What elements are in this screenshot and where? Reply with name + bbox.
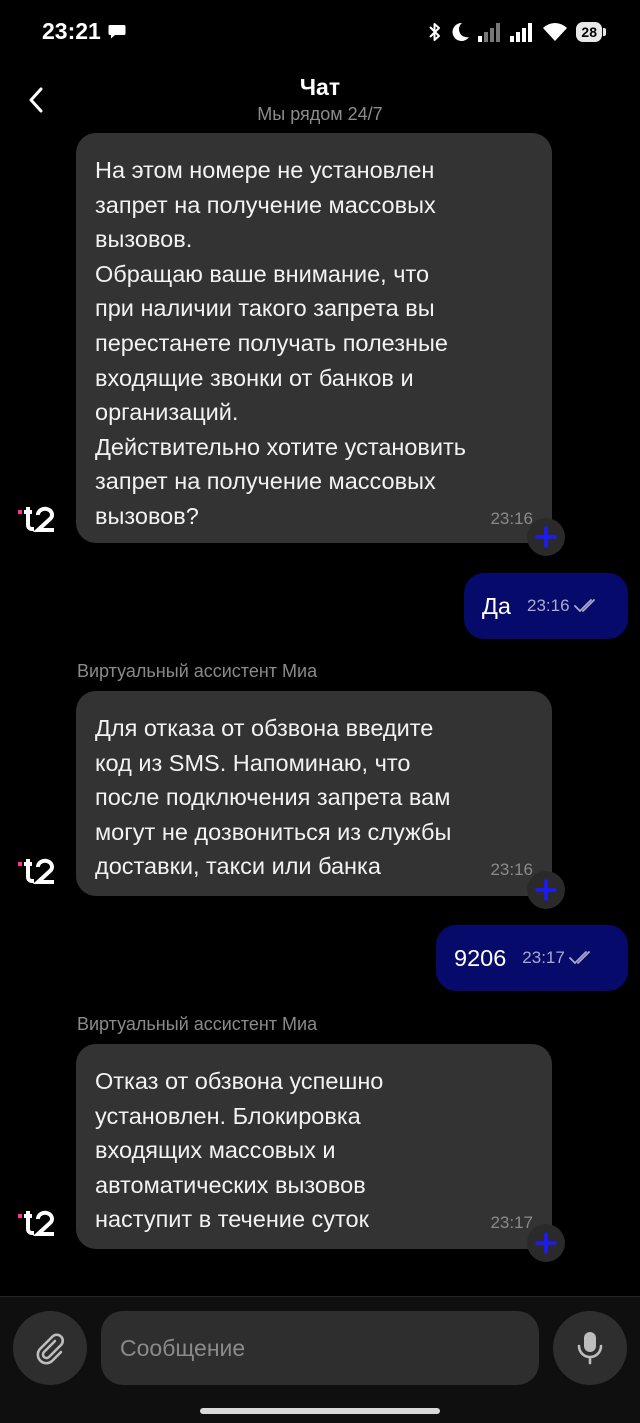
microphone-button[interactable] bbox=[553, 1311, 627, 1385]
incoming-message: На этом номере не установлен запрет на п… bbox=[76, 133, 552, 543]
message-time: 23:17 bbox=[490, 1213, 533, 1232]
t2-logo-avatar bbox=[18, 858, 54, 884]
incoming-message: Отказ от обзвона успешно установлен. Бло… bbox=[76, 1044, 552, 1249]
message-text: На этом номере не установлен запрет на п… bbox=[95, 157, 467, 529]
signal-icon bbox=[478, 23, 501, 42]
microphone-icon bbox=[577, 1332, 603, 1365]
t2-logo-avatar bbox=[18, 1210, 54, 1236]
message-time: 23:17 bbox=[522, 948, 565, 967]
home-indicator[interactable] bbox=[200, 1408, 440, 1414]
message-time: 23:16 bbox=[490, 509, 533, 528]
page-title: Чат bbox=[299, 74, 341, 100]
status-bar: 23:21 28 bbox=[0, 0, 640, 62]
moon-icon bbox=[452, 22, 470, 41]
plus-icon bbox=[535, 526, 557, 548]
signal-icon bbox=[510, 23, 533, 42]
message-input[interactable]: Сообщение bbox=[101, 1311, 539, 1385]
message-text: 9206 bbox=[454, 944, 507, 971]
message-icon bbox=[108, 25, 126, 39]
message-time: 23:16 bbox=[527, 596, 570, 615]
message-text: Для отказа от обзвона введите код из SMS… bbox=[95, 715, 452, 880]
paperclip-icon bbox=[36, 1333, 64, 1365]
message-text: Отказ от обзвона успешно установлен. Бло… bbox=[95, 1068, 384, 1233]
outgoing-message: 9206 23:17 bbox=[436, 925, 628, 991]
attach-button[interactable] bbox=[13, 1311, 87, 1385]
outgoing-message: Да 23:16 bbox=[464, 573, 628, 639]
incoming-message: Для отказа от обзвона введите код из SMS… bbox=[76, 691, 552, 896]
quick-reply-button[interactable] bbox=[527, 871, 565, 909]
wifi-icon bbox=[543, 23, 568, 41]
plus-icon bbox=[535, 1232, 557, 1254]
quick-reply-button[interactable] bbox=[527, 518, 565, 556]
sender-name: Виртуальный ассистент Миа bbox=[77, 1014, 318, 1034]
plus-icon bbox=[535, 879, 557, 901]
chat-header: Чат Мы рядом 24/7 bbox=[0, 62, 640, 132]
message-composer: Сообщение bbox=[0, 1296, 640, 1423]
status-icons: 28 bbox=[428, 18, 606, 46]
double-check-icon bbox=[568, 951, 590, 965]
page-subtitle: Мы рядом 24/7 bbox=[257, 104, 383, 124]
quick-reply-button[interactable] bbox=[527, 1224, 565, 1262]
sender-name: Виртуальный ассистент Миа bbox=[77, 661, 318, 681]
double-check-icon bbox=[573, 599, 595, 613]
battery-icon: 28 bbox=[576, 22, 606, 42]
message-text: Да bbox=[482, 592, 511, 619]
message-time: 23:16 bbox=[490, 860, 533, 879]
t2-logo-avatar bbox=[18, 506, 54, 532]
status-time: 23:21 bbox=[42, 18, 101, 44]
bluetooth-icon bbox=[429, 23, 441, 41]
